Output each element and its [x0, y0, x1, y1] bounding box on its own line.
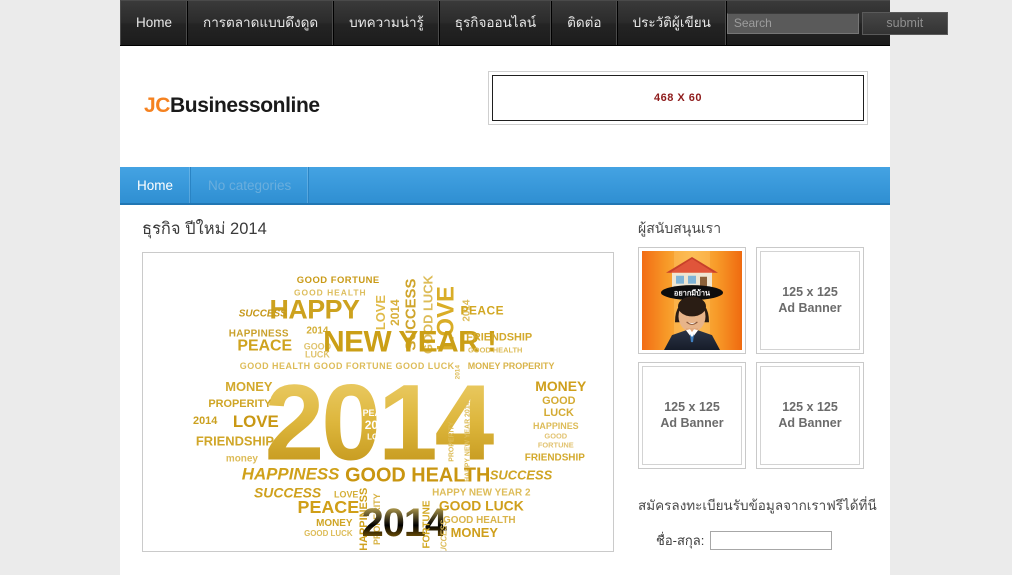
ad-banner-468x60-label: 468 X 60 [653, 92, 703, 104]
topnav-label: ติดต่อ [567, 15, 602, 31]
ad-banner-468x60-inner: 468 X 60 [492, 75, 864, 121]
sponsor-ad-house[interactable]: อยากมีบ้าน [638, 247, 746, 355]
sponsor-ad-placeholder-2-label: 125 x 125 Ad Banner [660, 400, 723, 431]
search-area: submit [726, 1, 954, 45]
sponsor-ad-placeholder-3-inner: 125 x 125 Ad Banner [760, 366, 860, 466]
svg-text:HAPPINESS: HAPPINESS [242, 465, 340, 484]
svg-text:SUCCESS: SUCCESS [440, 520, 449, 552]
svg-text:LOVE: LOVE [367, 433, 389, 442]
svg-text:FRIENDSHIP: FRIENDSHIP [196, 434, 275, 449]
svg-text:FORTUNE: FORTUNE [538, 441, 574, 450]
ad-type-line: Ad Banner [778, 415, 842, 430]
svg-text:PEACE: PEACE [461, 304, 505, 318]
ad-size-line: 125 x 125 [782, 285, 838, 300]
topnav-label: Home [136, 15, 173, 31]
svg-text:MONEY: MONEY [451, 526, 499, 541]
svg-text:GOOD LUCK: GOOD LUCK [304, 530, 353, 539]
topnav-item-author-profile[interactable]: ประวัติผู้เขียน [618, 1, 727, 45]
svg-text:PEACE: PEACE [363, 408, 394, 418]
svg-text:2014: 2014 [193, 415, 217, 427]
subscribe-name-input[interactable] [710, 531, 833, 551]
ad-size-line: 125 x 125 [782, 400, 838, 415]
svg-text:GOOD FORTUNE: GOOD FORTUNE [422, 501, 433, 552]
svg-text:GOOD: GOOD [544, 432, 567, 441]
content-area: ธุรกิจ ปีใหม่ 2014 GOOD FORTUNE GOOD HEA… [120, 205, 890, 553]
sponsors-heading: ผู้สนับสนุนเรา [638, 220, 722, 236]
sponsor-ad-house-inner: อยากมีบ้าน [642, 251, 742, 351]
ad-type-line: Ad Banner [778, 300, 842, 315]
topnav-label: ธุรกิจออนไลน์ [454, 15, 537, 31]
topnav-item-marketing[interactable]: การตลาดแบบดึงดูด [188, 1, 335, 45]
sponsor-ad-placeholder-3[interactable]: 125 x 125 Ad Banner [756, 362, 864, 470]
svg-text:GOOD HEALTH: GOOD HEALTH [345, 465, 490, 487]
bluenav-item-no-categories[interactable]: No categories [191, 167, 310, 203]
site-logo[interactable]: JCBusinessonline [144, 94, 320, 118]
sponsor-ad-placeholder-2[interactable]: 125 x 125 Ad Banner [638, 362, 746, 470]
svg-text:2014: 2014 [365, 418, 392, 432]
sponsor-ad-grid: อยากมีบ้าน 125 x 125 Ad Banner 125 x 125… [638, 247, 868, 470]
search-submit-button[interactable]: submit [861, 11, 948, 35]
svg-text:MONEY: MONEY [316, 519, 353, 530]
sponsor-ad-placeholder-1-label: 125 x 125 Ad Banner [778, 285, 841, 316]
svg-text:PEACE: PEACE [298, 498, 360, 518]
category-navigation-bar: Home No categories [120, 167, 890, 205]
svg-text:PEACE: PEACE [237, 338, 292, 355]
sponsor-ad-placeholder-2-inner: 125 x 125 Ad Banner [642, 366, 742, 466]
svg-text:2014: 2014 [362, 502, 447, 546]
logo-accent-text: JC [144, 94, 171, 117]
svg-text:2014: 2014 [388, 299, 402, 326]
post-title: ธุรกิจ ปีใหม่ 2014 [142, 220, 267, 238]
topnav-item-articles[interactable]: บทความน่ารู้ [334, 1, 440, 45]
svg-text:money: money [226, 454, 258, 465]
topnav-label: ประวัติผู้เขียน [632, 15, 711, 31]
svg-text:MONEY: MONEY [535, 379, 587, 395]
sidebar: ผู้สนับสนุนเรา อยากมีบ้าน 125 x 125 Ad B… [638, 219, 877, 552]
house-ad-label: อยากมีบ้าน [674, 289, 711, 298]
svg-text:LUCK: LUCK [544, 407, 574, 419]
post-featured-image[interactable]: GOOD FORTUNE GOOD HEALTH LOVE 2014 SUCCE… [142, 252, 614, 553]
top-nav-list: Home การตลาดแบบดึงดูด บทความน่ารู้ ธุรกิ… [120, 1, 727, 45]
svg-text:SUCCESS: SUCCESS [239, 309, 287, 320]
bluenav-label: No categories [208, 177, 292, 193]
svg-text:GOOD HEALTH: GOOD HEALTH [468, 346, 522, 355]
subscribe-name-row: ชื่อ-สกุล: [638, 530, 868, 551]
main-column: ธุรกิจ ปีใหม่ 2014 GOOD FORTUNE GOOD HEA… [142, 219, 614, 553]
subscribe-title: สมัครลงทะเบียนรับข้อมูลจากเราฟรีได้ที่นี [638, 498, 877, 514]
top-navigation-bar: Home การตลาดแบบดึงดูด บทความน่ารู้ ธุรกิ… [120, 0, 948, 46]
ad-type-line: Ad Banner [660, 415, 724, 430]
topnav-item-contact[interactable]: ติดต่อ [552, 1, 618, 45]
sponsor-ad-placeholder-1-inner: 125 x 125 Ad Banner [760, 251, 860, 351]
svg-text:FRIENDSHIP: FRIENDSHIP [466, 332, 532, 344]
logo-main-text: Businessonline [170, 94, 320, 117]
sponsor-ad-placeholder-1[interactable]: 125 x 125 Ad Banner [756, 247, 864, 355]
house-ad-graphic: อยากมีบ้าน [642, 251, 742, 351]
svg-text:PROPERITY: PROPERITY [448, 422, 455, 462]
header-band: JCBusinessonline 468 X 60 [120, 46, 890, 167]
subscribe-widget: สมัครลงทะเบียนรับข้อมูลจากเราฟรีได้ที่นี… [638, 497, 877, 551]
svg-text:LOVE: LOVE [233, 412, 279, 431]
svg-text:GOOD LUCK: GOOD LUCK [439, 498, 524, 514]
topnav-item-home[interactable]: Home [120, 1, 189, 45]
svg-text:GOOD FORTUNE: GOOD FORTUNE [297, 274, 380, 285]
sponsor-ad-placeholder-3-label: 125 x 125 Ad Banner [778, 400, 841, 431]
ad-size-line: 125 x 125 [664, 400, 720, 415]
svg-text:FRIENDSHIP: FRIENDSHIP [525, 453, 585, 464]
page-wrapper: Home การตลาดแบบดึงดูด บทความน่ารู้ ธุรกิ… [120, 0, 948, 575]
svg-text:SUCCESS: SUCCESS [490, 468, 553, 483]
bluenav-label: Home [137, 177, 174, 193]
svg-text:MONEY: MONEY [225, 380, 273, 395]
bluenav-item-home[interactable]: Home [120, 167, 192, 203]
topnav-label: การตลาดแบบดึงดูด [203, 15, 319, 31]
svg-text:PROPERITY: PROPERITY [208, 398, 272, 410]
svg-text:HAPPINES: HAPPINES [533, 421, 579, 431]
search-input[interactable] [726, 12, 859, 34]
svg-text:GOOD: GOOD [542, 395, 575, 407]
subscribe-name-label: ชื่อ-สกุล: [656, 533, 705, 549]
word-cloud-graphic: GOOD FORTUNE GOOD HEALTH LOVE 2014 SUCCE… [193, 274, 587, 552]
ad-banner-468x60[interactable]: 468 X 60 [488, 71, 868, 125]
topnav-item-online-business[interactable]: ธุรกิจออนไลน์ [440, 1, 553, 45]
topnav-label: บทความน่ารู้ [349, 15, 424, 31]
